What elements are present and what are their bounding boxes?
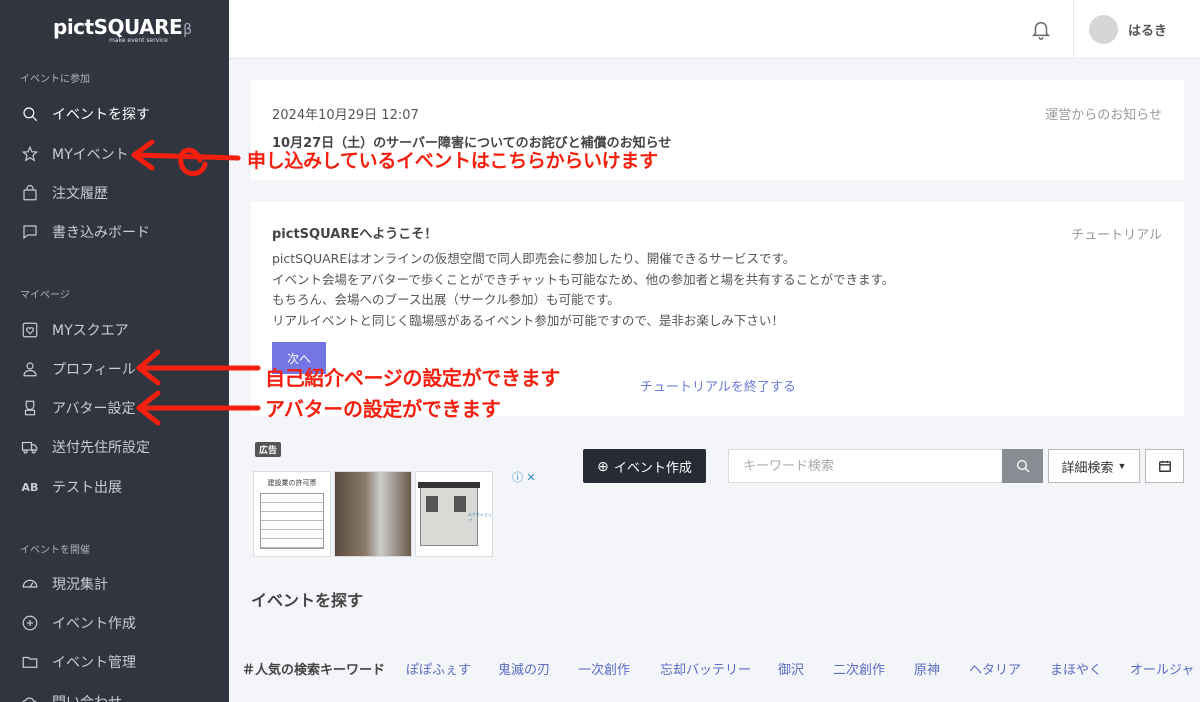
sidebar-item-orders[interactable]: 注文履歴 bbox=[0, 177, 229, 209]
user-icon bbox=[20, 359, 40, 379]
sidebar: pictSQUAREβ make event service イベントに参加 イ… bbox=[0, 0, 229, 702]
sidebar-item-find-event[interactable]: イベントを探す bbox=[0, 98, 229, 130]
ad-image-permit[interactable]: 建設業の許可票 bbox=[253, 471, 331, 557]
keyword-link[interactable]: 原神 bbox=[914, 659, 940, 678]
user-menu[interactable]: はるき bbox=[1073, 0, 1200, 59]
logo-text: pictSQUARE bbox=[53, 15, 183, 39]
heart-frame-icon bbox=[20, 320, 40, 340]
plus-circle-icon bbox=[20, 613, 40, 633]
bag-icon bbox=[20, 183, 40, 203]
logo-tagline: make event service bbox=[109, 37, 168, 44]
tutorial-tag: チュートリアル bbox=[1071, 228, 1162, 243]
advanced-search-label: 詳細検索 bbox=[1061, 459, 1114, 475]
section-label-join: イベントに参加 bbox=[20, 74, 90, 85]
sidebar-item-label: MYイベント bbox=[52, 147, 129, 163]
keyword-link[interactable]: まほやく bbox=[1050, 659, 1102, 678]
sidebar-item-label: イベントを探す bbox=[52, 107, 150, 123]
sidebar-item-label: プロフィール bbox=[52, 362, 136, 378]
keyword-search-input[interactable] bbox=[728, 449, 1003, 483]
tutorial-line: もちろん、会場へのブース出展（サークル参加）も可能です。 bbox=[272, 292, 620, 307]
avatar-icon bbox=[20, 398, 40, 418]
ad-shop-text: エクスショップ bbox=[468, 512, 492, 523]
keyword-link[interactable]: ヘタリア bbox=[969, 659, 1021, 678]
logo-beta: β bbox=[183, 22, 193, 38]
caret-down-icon: ▼ bbox=[1117, 461, 1127, 471]
notice-source: 運営からのお知らせ bbox=[1045, 108, 1162, 123]
ad-image-storefront[interactable] bbox=[334, 471, 412, 557]
create-event-button[interactable]: ⊕ イベント作成 bbox=[583, 449, 706, 483]
sidebar-item-status[interactable]: 現況集計 bbox=[0, 568, 229, 600]
find-events-heading: イベントを探す bbox=[251, 591, 364, 610]
notice-date: 2024年10月29日 12:07 bbox=[272, 108, 419, 123]
tutorial-line: リアルイベントと同じく臨場感があるイベント参加が可能ですので、是非お楽しみ下さい… bbox=[272, 312, 784, 328]
sidebar-item-my-square[interactable]: MYスクエア bbox=[0, 314, 229, 346]
tutorial-line: pictSQUAREはオンラインの仮想空間で同人即売会に参加したり、開催できるサ… bbox=[272, 251, 796, 266]
folder-icon bbox=[20, 652, 40, 672]
end-tutorial-link[interactable]: チュートリアルを終了する bbox=[640, 376, 796, 395]
sidebar-item-my-event[interactable]: MYイベント bbox=[0, 138, 229, 170]
avatar bbox=[1089, 15, 1118, 44]
sidebar-item-label: MYスクエア bbox=[52, 323, 129, 339]
create-event-label: イベント作成 bbox=[613, 459, 692, 475]
sidebar-item-create-event[interactable]: イベント作成 bbox=[0, 607, 229, 639]
top-header: はるき bbox=[229, 0, 1200, 59]
ad-image-storage-shed[interactable]: エクスショップ bbox=[415, 471, 493, 557]
advanced-search-button[interactable]: 詳細検索 ▼ bbox=[1048, 449, 1140, 483]
sidebar-item-label: テスト出展 bbox=[52, 480, 122, 496]
sidebar-item-label: 現況集計 bbox=[52, 577, 108, 593]
sidebar-item-label: 書き込みボード bbox=[52, 225, 150, 241]
tutorial-line: イベント会場をアバターで歩くことができチャットも可能なため、他の参加者と場を共有… bbox=[272, 271, 895, 287]
ad-info-close-icon[interactable]: ⓘ ✕ bbox=[512, 469, 536, 485]
sidebar-item-manage-event[interactable]: イベント管理 bbox=[0, 646, 229, 678]
keyword-link[interactable]: 一次創作 bbox=[578, 659, 630, 678]
username: はるき bbox=[1128, 24, 1168, 39]
ad-permit-title: 建設業の許可票 bbox=[267, 479, 317, 487]
calendar-button[interactable] bbox=[1145, 449, 1184, 483]
sidebar-item-avatar[interactable]: アバター設定 bbox=[0, 392, 229, 424]
sidebar-item-label: イベント管理 bbox=[52, 655, 136, 671]
chat-icon bbox=[20, 222, 40, 242]
search-button[interactable] bbox=[1002, 449, 1043, 483]
sidebar-item-label: 注文履歴 bbox=[52, 186, 108, 202]
ad-badge: 広告 bbox=[255, 442, 282, 457]
tutorial-body: pictSQUAREはオンラインの仮想空間で同人即売会に参加したり、開催できるサ… bbox=[272, 249, 894, 331]
keyword-link[interactable]: 二次創作 bbox=[833, 659, 885, 678]
sidebar-item-label: 問い合わせ bbox=[52, 692, 122, 702]
gauge-icon bbox=[20, 574, 40, 594]
sidebar-item-contact[interactable]: 問い合わせ bbox=[0, 686, 229, 702]
plus-circle-icon: ⊕ bbox=[597, 457, 609, 474]
annotation-profile: 自己紹介ページの設定ができます bbox=[265, 366, 561, 390]
keyword-link[interactable]: 鬼滅の刃 bbox=[498, 659, 550, 678]
section-label-mypage: マイページ bbox=[20, 290, 70, 301]
sidebar-item-test-exhibit[interactable]: AB テスト出展 bbox=[0, 471, 229, 503]
popular-keywords-label: ＃人気の検索キーワード bbox=[242, 663, 386, 678]
sidebar-item-address[interactable]: 送付先住所設定 bbox=[0, 431, 229, 463]
keyword-link[interactable]: ぽぽふぇす bbox=[406, 659, 471, 678]
section-label-host: イベントを開催 bbox=[20, 545, 90, 556]
annotation-my-event: 申し込みしているイベントはこちらからいけます bbox=[247, 150, 658, 172]
keyword-link[interactable]: 御沢 bbox=[778, 659, 804, 678]
sidebar-item-profile[interactable]: プロフィール bbox=[0, 353, 229, 385]
annotation-avatar: アバターの設定ができます bbox=[265, 397, 501, 421]
keyword-link[interactable]: 忘却バッテリー bbox=[660, 659, 751, 678]
tutorial-title: pictSQUAREへようこそ！ bbox=[272, 227, 438, 242]
sidebar-item-board[interactable]: 書き込みボード bbox=[0, 216, 229, 248]
star-icon bbox=[20, 144, 40, 164]
search-icon bbox=[1016, 460, 1029, 473]
ab-icon: AB bbox=[21, 480, 39, 494]
sidebar-item-label: 送付先住所設定 bbox=[52, 440, 150, 456]
bell-icon[interactable] bbox=[1030, 18, 1054, 42]
keyword-link[interactable]: オールジャ bbox=[1130, 659, 1194, 678]
logo[interactable]: pictSQUAREβ make event service bbox=[53, 15, 193, 44]
cloud-icon bbox=[20, 692, 40, 702]
truck-icon bbox=[20, 437, 40, 457]
search-icon bbox=[20, 104, 40, 124]
calendar-icon bbox=[1158, 460, 1171, 472]
sidebar-item-label: アバター設定 bbox=[52, 401, 136, 417]
sidebar-item-label: イベント作成 bbox=[52, 616, 136, 632]
